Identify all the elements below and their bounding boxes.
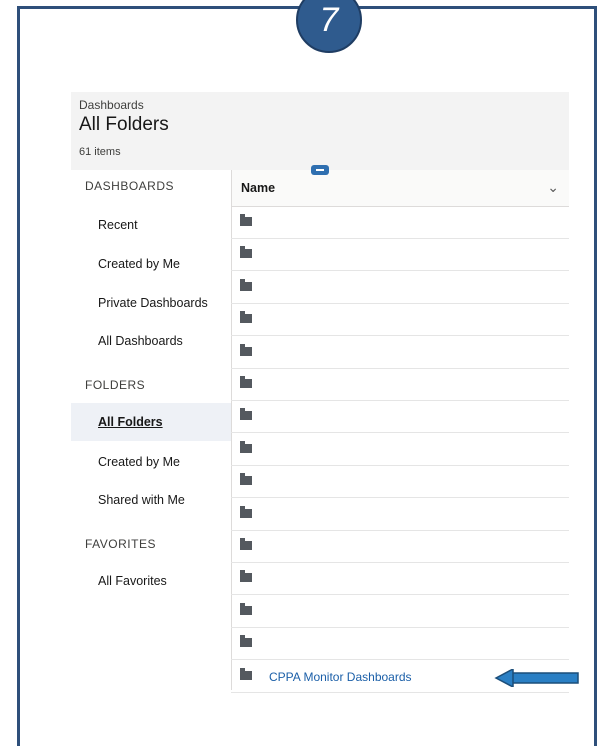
folder-icon: [240, 376, 252, 388]
page-title: All Folders: [79, 114, 169, 135]
folder-icon: [240, 214, 252, 226]
sidebar-item-all-dashboards[interactable]: All Dashboards: [71, 322, 231, 360]
table-row[interactable]: [231, 207, 569, 239]
item-count: 61 items: [79, 146, 121, 158]
table-row[interactable]: [231, 272, 569, 304]
folder-icon: [240, 343, 252, 356]
folder-icon: [240, 440, 252, 453]
sidebar-heading-dashboards: DASHBOARDS: [85, 179, 175, 193]
sidebar-item-created-by-me[interactable]: Created by Me: [71, 245, 231, 283]
chevron-down-icon[interactable]: ⌄: [547, 179, 559, 196]
folder-icon: [240, 667, 252, 680]
folder-icon: [240, 570, 252, 583]
column-header-name[interactable]: Name ⌄: [231, 165, 569, 207]
folder-icon: [240, 505, 252, 518]
sidebar-heading-folders: FOLDERS: [85, 378, 146, 392]
sidebar-item-private-dashboards[interactable]: Private Dashboards: [71, 284, 231, 322]
table-row[interactable]: [231, 628, 569, 661]
sidebar-nav: DASHBOARDS Recent Created by Me Private …: [71, 170, 231, 690]
sidebar-item-all-folders[interactable]: All Folders: [71, 403, 231, 441]
arrow-left-icon: [494, 669, 579, 687]
page-header: Dashboards All Folders 61 items: [71, 92, 569, 170]
table-row[interactable]: [231, 239, 569, 272]
sidebar-heading-favorites: FAVORITES: [85, 537, 156, 551]
table-row[interactable]: [231, 563, 569, 596]
breadcrumb[interactable]: Dashboards: [79, 98, 144, 112]
folder-icon: [240, 473, 252, 486]
sidebar-item-recent[interactable]: Recent: [71, 206, 231, 244]
column-label: Name: [241, 181, 276, 195]
table-row[interactable]: [231, 304, 569, 337]
sidebar-item-all-favorites[interactable]: All Favorites: [71, 562, 231, 600]
table-row[interactable]: [231, 531, 569, 563]
column-resize-handle[interactable]: [311, 165, 329, 175]
table-row[interactable]: [231, 434, 569, 466]
sidebar-item-shared-with-me[interactable]: Shared with Me: [71, 481, 231, 519]
table-row[interactable]: [231, 596, 569, 628]
table-row[interactable]: [231, 401, 569, 434]
folder-name-link[interactable]: CPPA Monitor Dashboards: [269, 670, 412, 684]
table-row[interactable]: [231, 337, 569, 369]
folder-icon: [240, 408, 252, 421]
table-row[interactable]: [231, 466, 569, 499]
step-number-badge: 7: [296, 0, 362, 53]
folder-icon: [240, 246, 252, 259]
folder-icon: [240, 602, 252, 615]
table-row[interactable]: [231, 369, 569, 401]
folder-icon: [240, 311, 252, 324]
table-row[interactable]: [231, 499, 569, 531]
folder-icon: [240, 538, 252, 550]
folder-icon: [240, 278, 252, 291]
sidebar-item-folders-created-by-me[interactable]: Created by Me: [71, 443, 231, 481]
folder-icon: [240, 635, 252, 648]
